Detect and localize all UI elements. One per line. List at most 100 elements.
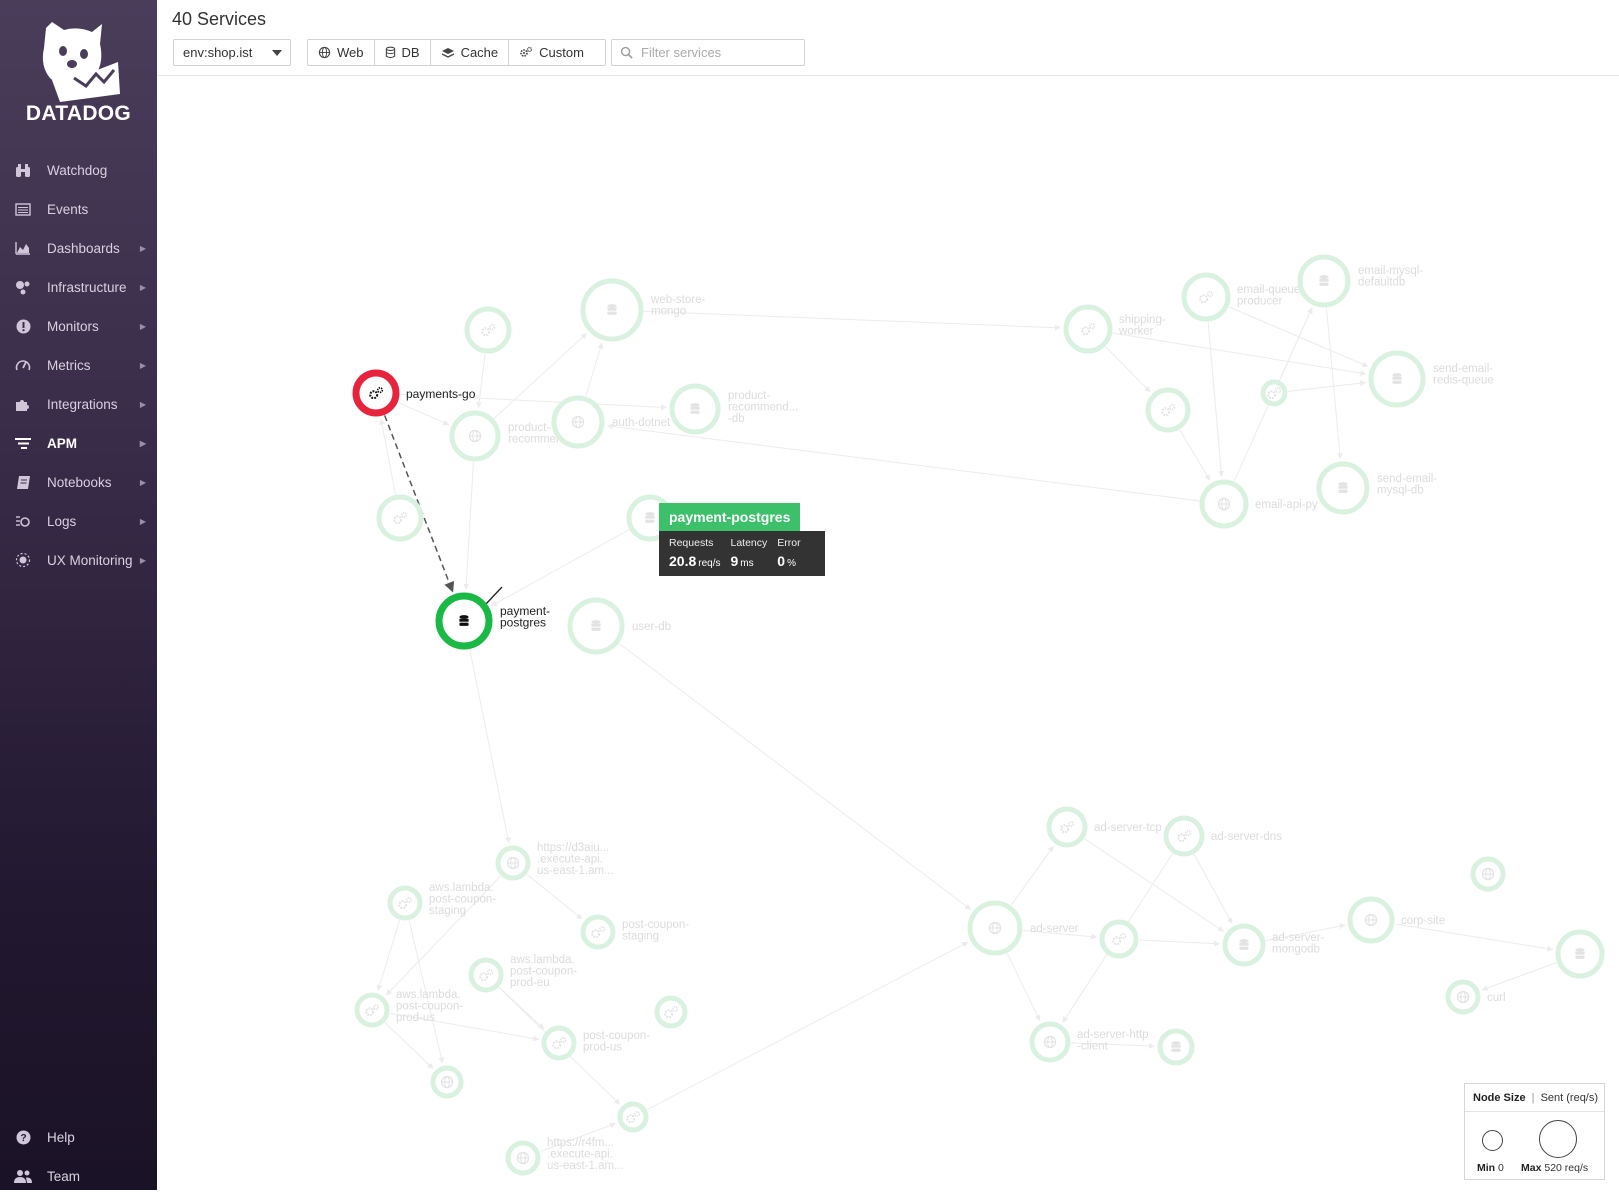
service-node-https-r4fm-execute-api-us-east-1-am[interactable]: https://r4fm... .execute-api. us-east-1.am… [505, 1137, 624, 1176]
sidebar-item-logs[interactable]: Logs ▶ [0, 503, 157, 539]
env-select-value: env:shop.ist [183, 45, 253, 60]
sidebar-item-label: Logs [47, 513, 77, 529]
service-node[interactable] [654, 995, 688, 1029]
sidebar-item-infrastructure[interactable]: Infrastructure ▶ [0, 269, 157, 305]
service-node[interactable] [430, 1065, 464, 1099]
service-edge [646, 941, 969, 1111]
sidebar-item-watchdog[interactable]: Watchdog [0, 152, 157, 188]
service-node-payments-go[interactable]: payments-go [352, 369, 476, 417]
sidebar-item-integrations[interactable]: Integrations ▶ [0, 386, 157, 422]
notebook-icon [13, 474, 33, 490]
legend-title: Node Size [1473, 1092, 1526, 1104]
service-tooltip: payment-postgres Requests 20.8 req/s Late… [659, 503, 825, 576]
service-node-ad-server[interactable]: ad-server [967, 900, 1079, 956]
service-node[interactable] [617, 1101, 649, 1133]
service-node-corp-site[interactable]: corp-site [1347, 896, 1445, 944]
service-node[interactable] [1099, 919, 1139, 959]
service-node[interactable] [1145, 387, 1191, 433]
service-node-label: user-db [632, 621, 671, 633]
tooltip-latency-label: Latency [730, 537, 768, 549]
page-title: 40 Services [172, 9, 267, 29]
service-edge [1112, 332, 1367, 377]
filter-services-input[interactable]: Filter services [611, 39, 805, 66]
service-type-filters: Web DB Cache Custom [307, 39, 606, 66]
datadog-dog-icon [42, 22, 120, 102]
service-edge [379, 418, 396, 495]
service-node-label: ad-server-mongodb [1272, 932, 1325, 956]
service-node[interactable] [376, 494, 424, 542]
service-node-curl[interactable]: curl [1445, 979, 1506, 1015]
filter-db-button[interactable]: DB [375, 40, 431, 65]
sidebar-item-apm[interactable]: APM ▶ [0, 425, 157, 461]
service-node-label: product-recommend... -db [728, 390, 798, 425]
service-node-email-api-py[interactable]: email-api-py [1199, 479, 1318, 529]
service-node-product-recommend-db[interactable]: product-recommend... -db [669, 383, 798, 435]
logs-icon [13, 513, 33, 529]
service-node-label: send-email-mysql-db [1377, 473, 1437, 497]
sidebar-item-ux-monitoring[interactable]: UX Monitoring ▶ [0, 542, 157, 578]
service-node-label: email-queue-producer [1237, 284, 1304, 308]
sidebar-item-dashboards[interactable]: Dashboards ▶ [0, 230, 157, 266]
service-map[interactable]: payments-go payment-postgres web-store-mon… [157, 76, 1619, 1190]
service-node-label: auth-dotnet [612, 417, 671, 429]
service-node-label: aws.lambda. post-coupon-staging [429, 882, 496, 917]
service-node-send-email-mysql-db[interactable]: send-email-mysql-db [1316, 461, 1437, 515]
filter-web-button[interactable]: Web [308, 40, 375, 65]
service-edge [376, 920, 401, 991]
service-node-https-d3aiu-execute-api-us-east-1-am[interactable]: https://d3aiu... .execute-api. us-east-1.a… [495, 842, 614, 881]
service-node-payment-postgres[interactable]: payment-postgres [435, 592, 550, 650]
service-node-ad-server-dns[interactable]: ad-server-dns [1163, 815, 1282, 857]
sidebar-item-label: Events [47, 201, 89, 217]
ux-icon [13, 552, 33, 568]
service-edge [469, 649, 511, 844]
filter-cache-button[interactable]: Cache [431, 40, 510, 65]
sidebar-item-events[interactable]: Events [0, 191, 157, 227]
database-icon [1171, 1041, 1181, 1052]
service-edge [585, 342, 604, 397]
legend-divider [1465, 1111, 1604, 1112]
service-node-email-mysql-defaultdb[interactable]: email-mysql-defaultdb [1297, 254, 1423, 308]
env-select[interactable]: env:shop.ist [173, 39, 291, 66]
service-node-aws-lambda-post-coupon-prod-us[interactable]: aws.lambda. post-coupon-prod-us [354, 989, 463, 1028]
service-node[interactable] [1470, 856, 1506, 892]
sidebar-item-metrics[interactable]: Metrics ▶ [0, 347, 157, 383]
service-node-label: payment-postgres [500, 604, 550, 630]
service-node-email-queue-producer[interactable]: email-queue-producer [1181, 272, 1304, 322]
filter-custom-button[interactable]: Custom [509, 40, 594, 65]
service-edge [618, 643, 972, 910]
service-node[interactable] [1260, 379, 1288, 407]
service-node-ad-server-tcp[interactable]: ad-server-tcp [1046, 806, 1162, 848]
area-chart-icon [13, 240, 33, 256]
apm-icon [13, 435, 33, 451]
service-node-ad-server-mongodb[interactable]: ad-server-mongodb [1222, 923, 1325, 967]
service-node[interactable] [1555, 929, 1605, 979]
help-icon: ? [13, 1129, 33, 1145]
service-edge [1010, 845, 1054, 906]
sidebar-item-help[interactable]: ? Help [0, 1119, 157, 1155]
service-node-shipping-worker[interactable]: shipping-worker [1063, 304, 1166, 354]
service-node-label: send-email-redis-queue [1433, 363, 1494, 387]
service-node[interactable] [1157, 1028, 1195, 1066]
service-edge [606, 423, 1200, 502]
hosts-icon [13, 279, 33, 295]
service-node-aws-lambda-post-coupon-staging[interactable]: aws.lambda. post-coupon-staging [387, 882, 496, 921]
alert-icon [13, 318, 33, 334]
chevron-right-icon: ▶ [139, 321, 146, 331]
service-node-post-coupon-prod-us[interactable]: post-coupon-prod-us [541, 1025, 650, 1061]
service-node[interactable] [464, 306, 512, 354]
brand-name: DATADOG [25, 102, 132, 125]
service-node-aws-lambda-post-coupon-prod-eu[interactable]: aws.lambda. post-coupon-prod-eu [468, 954, 577, 993]
legend-metric: Sent (req/s) [1540, 1092, 1599, 1104]
tooltip-requests-unit: req/s [698, 558, 721, 569]
tooltip-error: Error 0% [777, 537, 800, 569]
service-node-post-coupon-staging[interactable]: post-coupon-staging [580, 914, 689, 950]
sidebar-item-notebooks[interactable]: Notebooks ▶ [0, 464, 157, 500]
service-node-web-store-mongo[interactable]: web-store-mongo [580, 278, 705, 342]
sidebar-item-monitors[interactable]: Monitors ▶ [0, 308, 157, 344]
service-node-send-email-redis-queue[interactable]: send-email-redis-queue [1368, 350, 1494, 408]
sidebar-item-team[interactable]: Team [0, 1158, 157, 1194]
tooltip-latency-unit: ms [740, 558, 754, 569]
legend-min-circle [1482, 1130, 1503, 1151]
service-node-ad-server-http-client[interactable]: ad-server-http -client [1029, 1021, 1149, 1063]
service-node-label: ad-server-http -client [1077, 1029, 1149, 1053]
